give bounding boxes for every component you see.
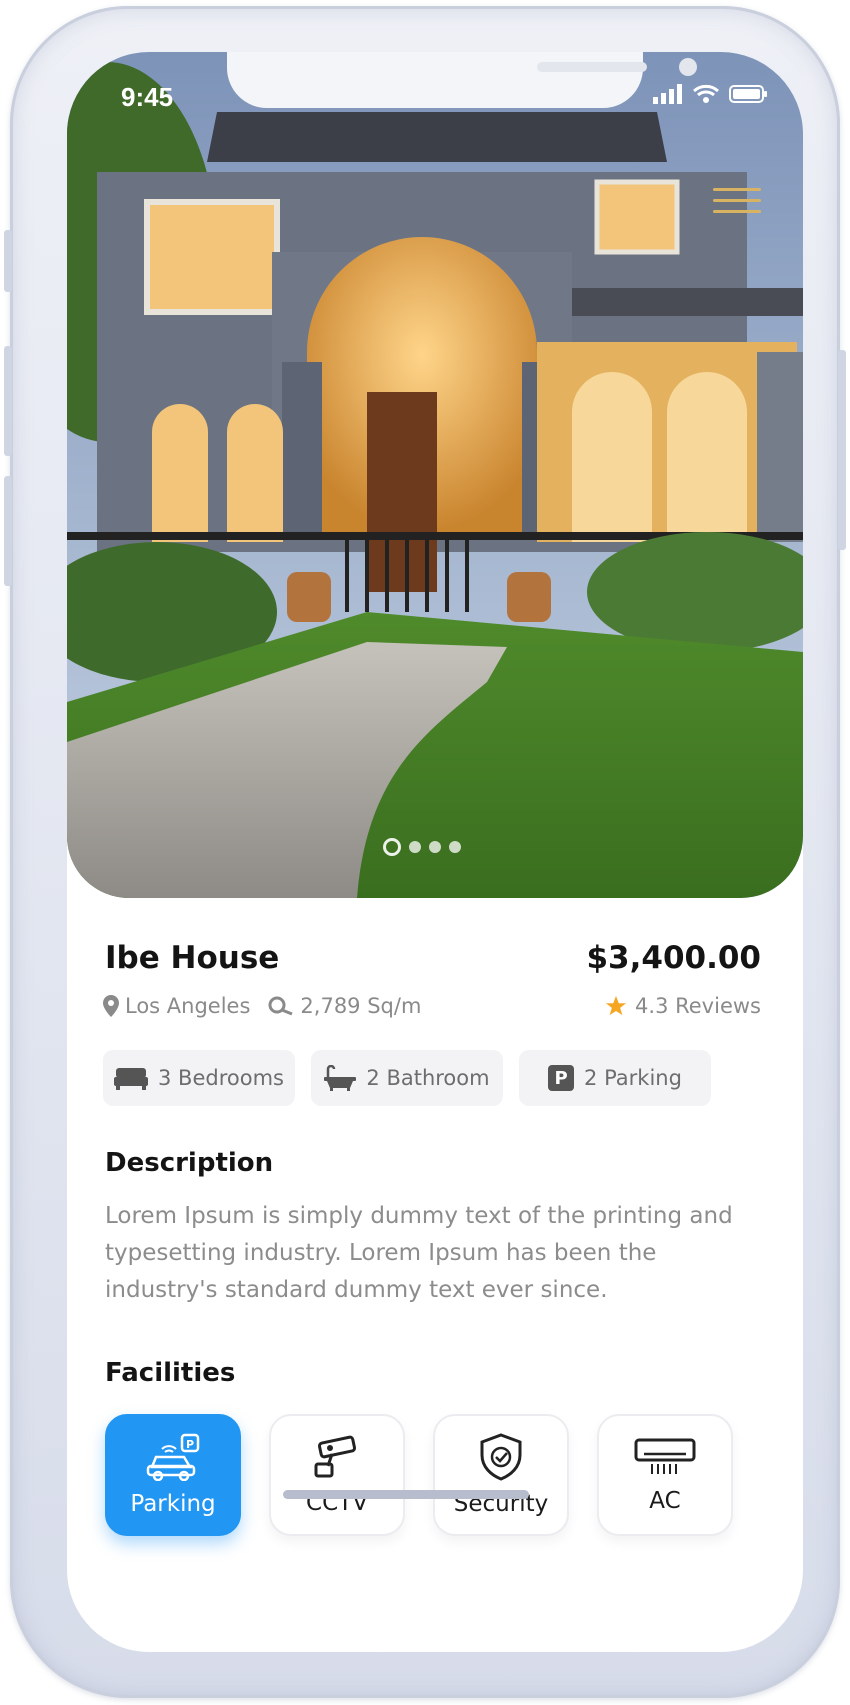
rating-text: 4.3 Reviews: [635, 994, 761, 1018]
star-icon: [605, 995, 627, 1016]
wifi-icon: [693, 84, 719, 103]
feature-parking: P 2 Parking: [519, 1050, 711, 1106]
cctv-camera-icon: [314, 1435, 357, 1478]
front-camera: [679, 58, 697, 76]
description-heading: Description: [105, 1148, 274, 1178]
bed-icon: [114, 1068, 149, 1090]
security-shield-icon: [480, 1433, 522, 1481]
facility-parking[interactable]: P Parking: [105, 1414, 241, 1536]
location-info: Los Angeles: [103, 994, 250, 1018]
carousel-dot-2[interactable]: [409, 841, 421, 853]
phone-screen: 9:45 Ibe House $3,400.00 Los Angeles 2,7…: [67, 52, 803, 1652]
power-button: [838, 350, 846, 550]
status-indicators: [653, 84, 769, 104]
svg-text:P: P: [186, 1438, 194, 1451]
carousel-indicator[interactable]: [383, 838, 461, 856]
area-info: 2,789 Sq/m: [268, 994, 421, 1018]
air-conditioner-icon: [634, 1438, 696, 1474]
feature-bathroom: 2 Bathroom: [311, 1050, 503, 1106]
phone-notch: [227, 52, 697, 108]
location-text: Los Angeles: [125, 994, 251, 1018]
parking-sign-icon: P: [548, 1065, 575, 1091]
facility-label: AC: [649, 1488, 681, 1514]
area-magnifier-icon: [268, 996, 293, 1016]
feature-chips: 3 Bedrooms 2 Bathroom P 2 Parking: [103, 1050, 711, 1106]
carousel-dot-1[interactable]: [383, 838, 401, 856]
signal-icon: [653, 84, 682, 104]
rating[interactable]: 4.3 Reviews: [605, 994, 761, 1018]
feature-label: 2 Parking: [584, 1066, 682, 1090]
property-meta: Los Angeles 2,789 Sq/m: [103, 994, 439, 1018]
facilities-heading: Facilities: [105, 1358, 236, 1388]
facility-label: Parking: [130, 1491, 216, 1517]
description-text: Lorem Ipsum is simply dummy text of the …: [105, 1203, 733, 1303]
location-pin-icon: [103, 995, 119, 1017]
facilities-list: P Parking CCTV Security AC: [105, 1414, 733, 1536]
volume-up-button: [4, 346, 12, 456]
status-time: 9:45: [121, 82, 174, 112]
house-photo: [67, 52, 803, 898]
property-price: $3,400.00: [586, 940, 761, 976]
speaker-grille: [537, 62, 647, 72]
area-text: 2,789 Sq/m: [300, 994, 422, 1018]
volume-down-button: [4, 476, 12, 586]
property-photo-carousel[interactable]: 9:45: [67, 52, 803, 898]
property-name: Ibe House: [105, 940, 280, 976]
feature-bedrooms: 3 Bedrooms: [103, 1050, 295, 1106]
facility-security[interactable]: Security: [433, 1414, 569, 1536]
feature-label: 3 Bedrooms: [158, 1066, 284, 1090]
facility-cctv[interactable]: CCTV: [269, 1414, 405, 1536]
menu-icon[interactable]: [713, 188, 761, 218]
silent-switch: [4, 230, 12, 292]
bathtub-icon: [324, 1065, 357, 1091]
battery-icon: [729, 85, 767, 103]
phone-frame: 9:45 Ibe House $3,400.00 Los Angeles 2,7…: [4, 6, 846, 1698]
home-indicator[interactable]: [283, 1490, 529, 1499]
carousel-dot-3[interactable]: [429, 841, 441, 853]
feature-label: 2 Bathroom: [366, 1066, 490, 1090]
parking-car-icon: P: [146, 1433, 200, 1481]
carousel-dot-4[interactable]: [449, 841, 461, 853]
facility-ac[interactable]: AC: [597, 1414, 733, 1536]
